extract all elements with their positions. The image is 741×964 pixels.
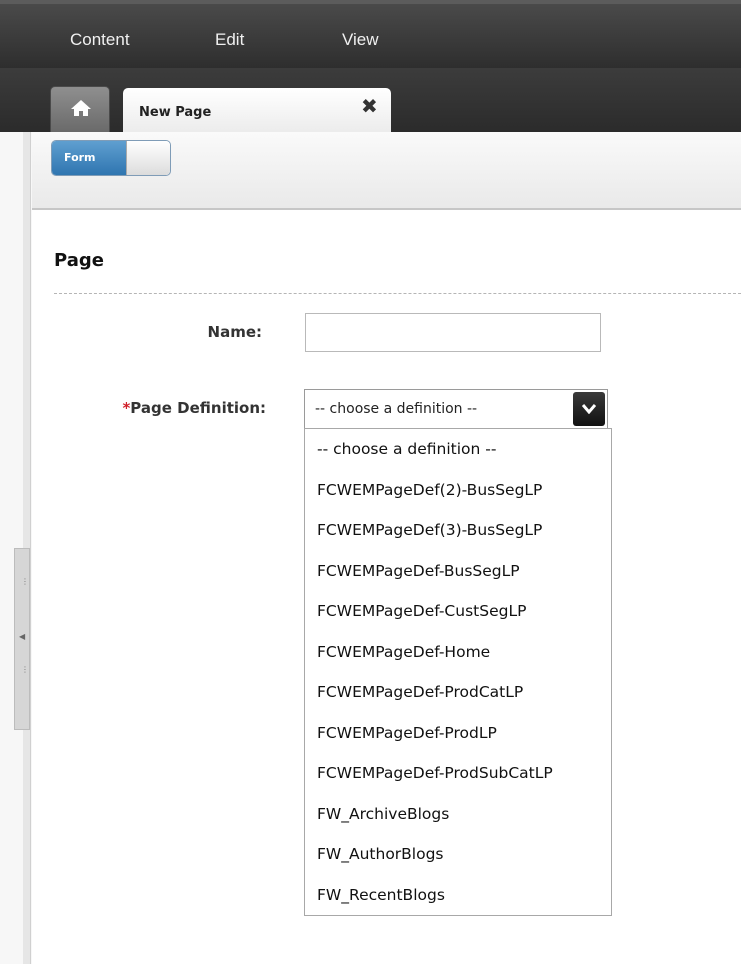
name-input[interactable] <box>305 313 601 352</box>
page-definition-label-wrap: *Page Definition: <box>70 399 266 417</box>
section-divider <box>54 293 741 294</box>
dropdown-option[interactable]: FCWEMPageDef-BusSegLP <box>305 551 611 592</box>
dropdown-option[interactable]: FCWEMPageDef-ProdCatLP <box>305 672 611 713</box>
menu-edit[interactable]: Edit <box>215 30 244 50</box>
grip-dots-icon: ⋮ <box>21 577 29 586</box>
page-definition-selected-value: -- choose a definition -- <box>315 401 478 417</box>
menu-view[interactable]: View <box>342 30 379 50</box>
tab-strip: New Page ✖ <box>0 68 741 132</box>
dropdown-option[interactable]: FW_AuthorBlogs <box>305 834 611 875</box>
dropdown-option[interactable]: FCWEMPageDef(2)-BusSegLP <box>305 470 611 511</box>
dropdown-option[interactable]: -- choose a definition -- <box>305 429 611 470</box>
tab-home[interactable] <box>50 86 110 132</box>
dropdown-option[interactable]: FW_RecentBlogs <box>305 875 611 916</box>
menu-content[interactable]: Content <box>70 30 130 50</box>
dropdown-option[interactable]: FCWEMPageDef-CustSegLP <box>305 591 611 632</box>
form-toggle[interactable]: Form <box>51 140 171 176</box>
toggle-knob[interactable] <box>126 141 170 175</box>
tab-label: New Page <box>139 105 212 120</box>
splitter-handle[interactable]: ⋮ ◀ ⋮ <box>14 548 30 730</box>
page-definition-select[interactable]: -- choose a definition -- <box>304 389 608 429</box>
page-definition-dropdown-list: -- choose a definition -- FCWEMPageDef(2… <box>304 428 612 916</box>
dropdown-option[interactable]: FCWEMPageDef-Home <box>305 632 611 673</box>
dropdown-option[interactable]: FCWEMPageDef-ProdSubCatLP <box>305 753 611 794</box>
grip-dots-icon: ⋮ <box>21 665 29 674</box>
tab-new-page[interactable]: New Page ✖ <box>123 88 391 132</box>
menu-bar: Content Edit View <box>0 0 741 68</box>
toolbar: Form <box>32 132 741 210</box>
dropdown-option[interactable]: FCWEMPageDef(3)-BusSegLP <box>305 510 611 551</box>
section-title: Page <box>54 250 104 271</box>
name-label: Name: <box>207 323 262 341</box>
close-icon[interactable]: ✖ <box>361 94 378 118</box>
chevron-down-icon[interactable] <box>573 392 605 426</box>
page-definition-label: Page Definition: <box>130 399 266 417</box>
form-toggle-label: Form <box>64 151 96 164</box>
dropdown-option[interactable]: FW_ArchiveBlogs <box>305 794 611 835</box>
dropdown-option[interactable]: FCWEMPageDef-ProdLP <box>305 713 611 754</box>
collapse-arrow-icon[interactable]: ◀ <box>19 632 25 641</box>
form-toggle-on: Form <box>52 141 126 175</box>
home-icon <box>71 100 91 116</box>
